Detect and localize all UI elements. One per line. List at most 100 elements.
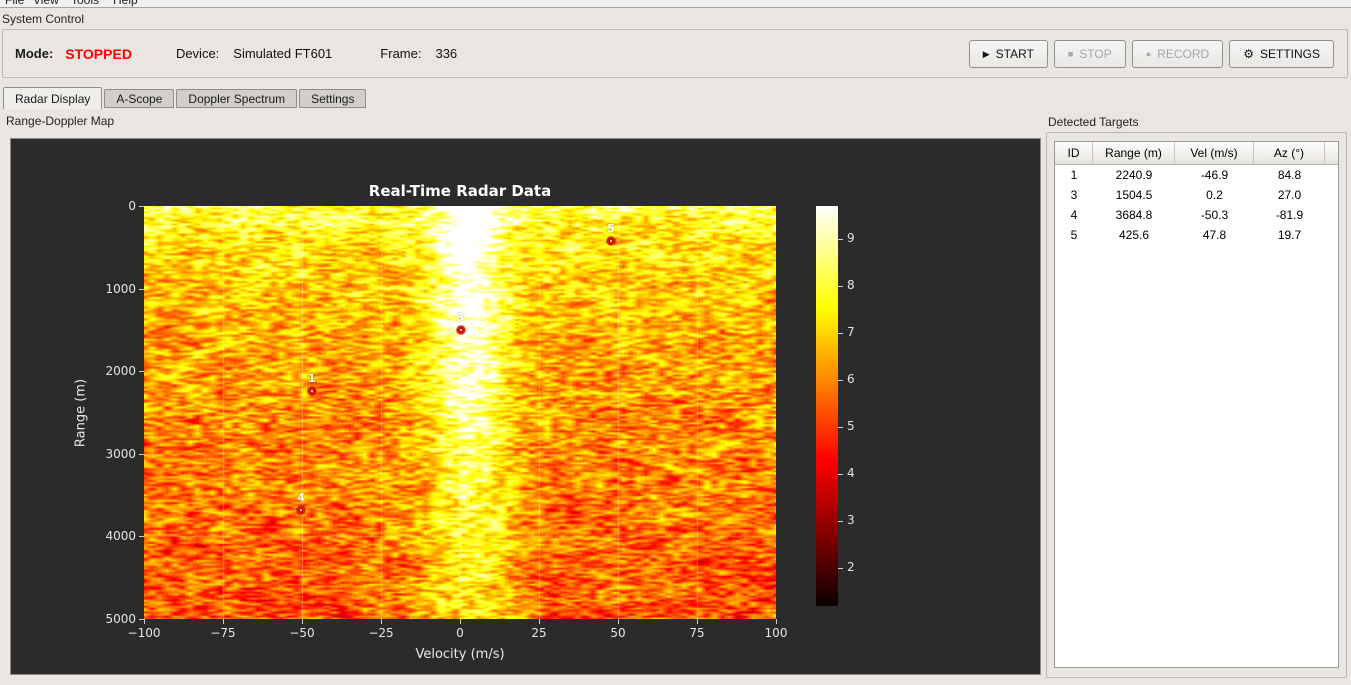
table-cell: 3684.8 (1093, 205, 1175, 225)
x-tick-mark (539, 619, 540, 624)
target-marker-label: 4 (297, 491, 305, 505)
column-header-filler (1325, 142, 1338, 165)
table-row[interactable]: 4 3684.8 -50.3 -81.9 (1055, 205, 1338, 225)
frame-counter-value: 336 (435, 46, 458, 61)
x-tick-mark (618, 619, 619, 624)
device-label: Device: (175, 46, 220, 61)
colorbar-tick-mark (838, 380, 843, 382)
table-cell: 2240.9 (1093, 165, 1175, 185)
play-icon: ▶ (982, 48, 990, 59)
colorbar-tick-mark (838, 238, 843, 240)
y-tick-label: 0 (128, 199, 136, 213)
tab-settings[interactable]: Settings (299, 89, 367, 108)
colorbar-tick-label: 7 (847, 325, 855, 340)
table-cell: 5 (1055, 225, 1093, 245)
target-marker[interactable] (297, 506, 306, 515)
range-doppler-heatmap[interactable] (144, 206, 776, 619)
table-cell: 84.8 (1254, 165, 1325, 185)
x-tick-mark (776, 619, 777, 624)
table-cell: 3 (1055, 185, 1093, 205)
targets-table-body: 1 2240.9 -46.9 84.8 3 1504.5 0.2 27.0 4 3684.8 -50… (1055, 165, 1338, 245)
menu-item-file[interactable]: File (5, 0, 24, 7)
system-control-group-title: System Control (2, 12, 85, 26)
tab-bar: Radar Display A-Scope Doppler Spectrum Sett… (3, 86, 368, 109)
colorbar-tick-mark (838, 521, 843, 523)
column-header[interactable]: Vel (m/s) (1175, 142, 1254, 165)
status-row: Mode: STOPPED Device: Simulated FT601 Fr… (15, 30, 457, 77)
targets-table: ID Range (m) Vel (m/s) Az (°) 1 2240.9 -46.9 8… (1055, 142, 1338, 245)
stop-icon: ■ (1067, 49, 1074, 59)
colorbar-tick-mark (838, 568, 843, 570)
record-icon: ● (1145, 49, 1152, 59)
y-tick-label: 2000 (105, 364, 136, 379)
colorbar-tick-label: 5 (847, 419, 855, 434)
x-tick-mark (697, 619, 698, 624)
x-tick-mark (381, 619, 382, 624)
target-marker-label: 1 (307, 372, 316, 386)
table-cell: -46.9 (1175, 165, 1254, 185)
device-value: Simulated FT601 (233, 46, 333, 61)
y-tick-label: 4000 (105, 529, 136, 544)
table-row[interactable]: 1 2240.9 -46.9 84.8 (1055, 165, 1338, 185)
menu-item-tools[interactable]: Tools (71, 0, 99, 7)
record-button-label: RECORD (1157, 47, 1210, 61)
y-tick-mark (139, 206, 144, 207)
column-header[interactable]: ID (1055, 142, 1093, 165)
tab-a-scope[interactable]: A-Scope (104, 89, 175, 108)
tab-doppler-spectrum[interactable]: Doppler Spectrum (176, 89, 298, 108)
table-cell: 19.7 (1254, 225, 1325, 245)
x-tick-mark (460, 619, 461, 624)
colorbar-tick-label: 4 (847, 466, 855, 481)
x-tick-label: 100 (764, 626, 788, 640)
table-cell: 27.0 (1254, 185, 1325, 205)
control-buttons: ▶ START ■ STOP ● RECORD ⚙ SETTINGS (968, 40, 1334, 68)
x-tick-mark (144, 619, 145, 624)
settings-button[interactable]: ⚙ SETTINGS (1229, 40, 1334, 68)
menu-item-help[interactable]: Help (113, 0, 138, 7)
x-tick-mark (302, 619, 303, 624)
x-tick-label: −100 (127, 626, 161, 640)
x-tick-label: −50 (289, 626, 315, 640)
x-tick-label: −25 (368, 626, 394, 640)
column-header[interactable]: Az (°) (1254, 142, 1325, 165)
stop-button[interactable]: ■ STOP (1053, 40, 1126, 68)
plot-title: Real-Time Radar Data (368, 182, 552, 200)
y-tick-label: 3000 (105, 446, 136, 461)
target-marker[interactable] (307, 387, 316, 396)
table-row[interactable]: 3 1504.5 0.2 27.0 (1055, 185, 1338, 205)
table-row[interactable]: 5 425.6 47.8 19.7 (1055, 225, 1338, 245)
target-marker[interactable] (607, 237, 616, 246)
menu-bar: File View Tools Help (0, 0, 1351, 8)
target-marker-label: 5 (607, 222, 615, 236)
x-tick-label: 0 (456, 626, 464, 640)
menu-item-view[interactable]: View (33, 0, 59, 7)
x-tick-label: −75 (210, 626, 236, 640)
range-doppler-panel: Real-Time Radar Data Range (m) Velocity … (10, 138, 1041, 675)
colorbar-tick-label: 3 (847, 513, 855, 528)
colorbar-tick-label: 9 (847, 230, 855, 245)
start-button[interactable]: ▶ START (968, 40, 1048, 68)
mode-status-value: STOPPED (65, 45, 132, 62)
frame-label: Frame: (380, 46, 422, 61)
table-cell (1325, 185, 1338, 205)
colorbar (816, 206, 838, 606)
start-button-label: START (995, 47, 1034, 61)
record-button[interactable]: ● RECORD (1131, 40, 1224, 68)
y-tick-label: 1000 (105, 281, 136, 296)
x-tick-label: 25 (531, 626, 547, 640)
table-cell: 47.8 (1175, 225, 1254, 245)
table-cell: -50.3 (1175, 205, 1254, 225)
colorbar-tick-mark (838, 474, 843, 476)
table-cell: 0.2 (1175, 185, 1254, 205)
y-tick-mark (139, 453, 144, 455)
x-axis-label: Velocity (m/s) (415, 647, 505, 662)
targets-table-container[interactable]: ID Range (m) Vel (m/s) Az (°) 1 2240.9 -46.9 8… (1054, 141, 1339, 668)
column-header[interactable]: Range (m) (1093, 142, 1175, 165)
tab-radar-display[interactable]: Radar Display (3, 87, 103, 109)
y-tick-mark (139, 288, 144, 290)
x-tick-mark (223, 619, 224, 624)
target-marker[interactable] (456, 326, 465, 335)
colorbar-tick-label: 2 (847, 560, 855, 575)
colorbar-tick-mark (838, 286, 843, 287)
target-marker-label: 3 (456, 311, 465, 325)
